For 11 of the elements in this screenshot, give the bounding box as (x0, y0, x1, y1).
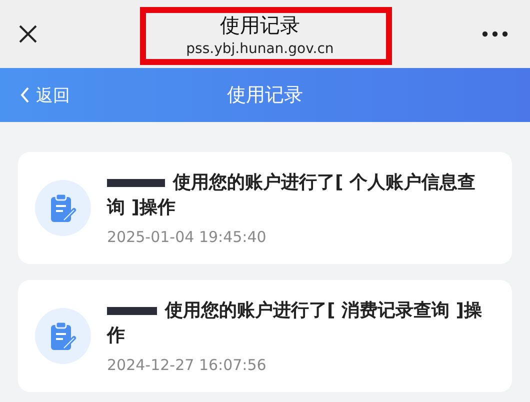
record-message: 使用您的账户进行了[ 消费记录查询 ]操作 (107, 300, 482, 346)
close-icon[interactable] (18, 24, 38, 44)
chevron-left-icon (20, 87, 30, 103)
more-icon[interactable] (482, 31, 508, 37)
record-time: 2025-01-04 19:45:40 (107, 228, 268, 246)
page-title: 使用记录 (220, 12, 300, 38)
header-title: 使用记录 (227, 83, 303, 108)
back-button[interactable]: 返回 (20, 84, 70, 106)
record-time: 2024-12-27 16:07:56 (107, 356, 268, 374)
record-message: 使用您的账户进行了[ 个人账户信息查询 ]操作 (107, 172, 476, 218)
page-url: pss.ybj.hunan.gov.cn (186, 40, 334, 56)
